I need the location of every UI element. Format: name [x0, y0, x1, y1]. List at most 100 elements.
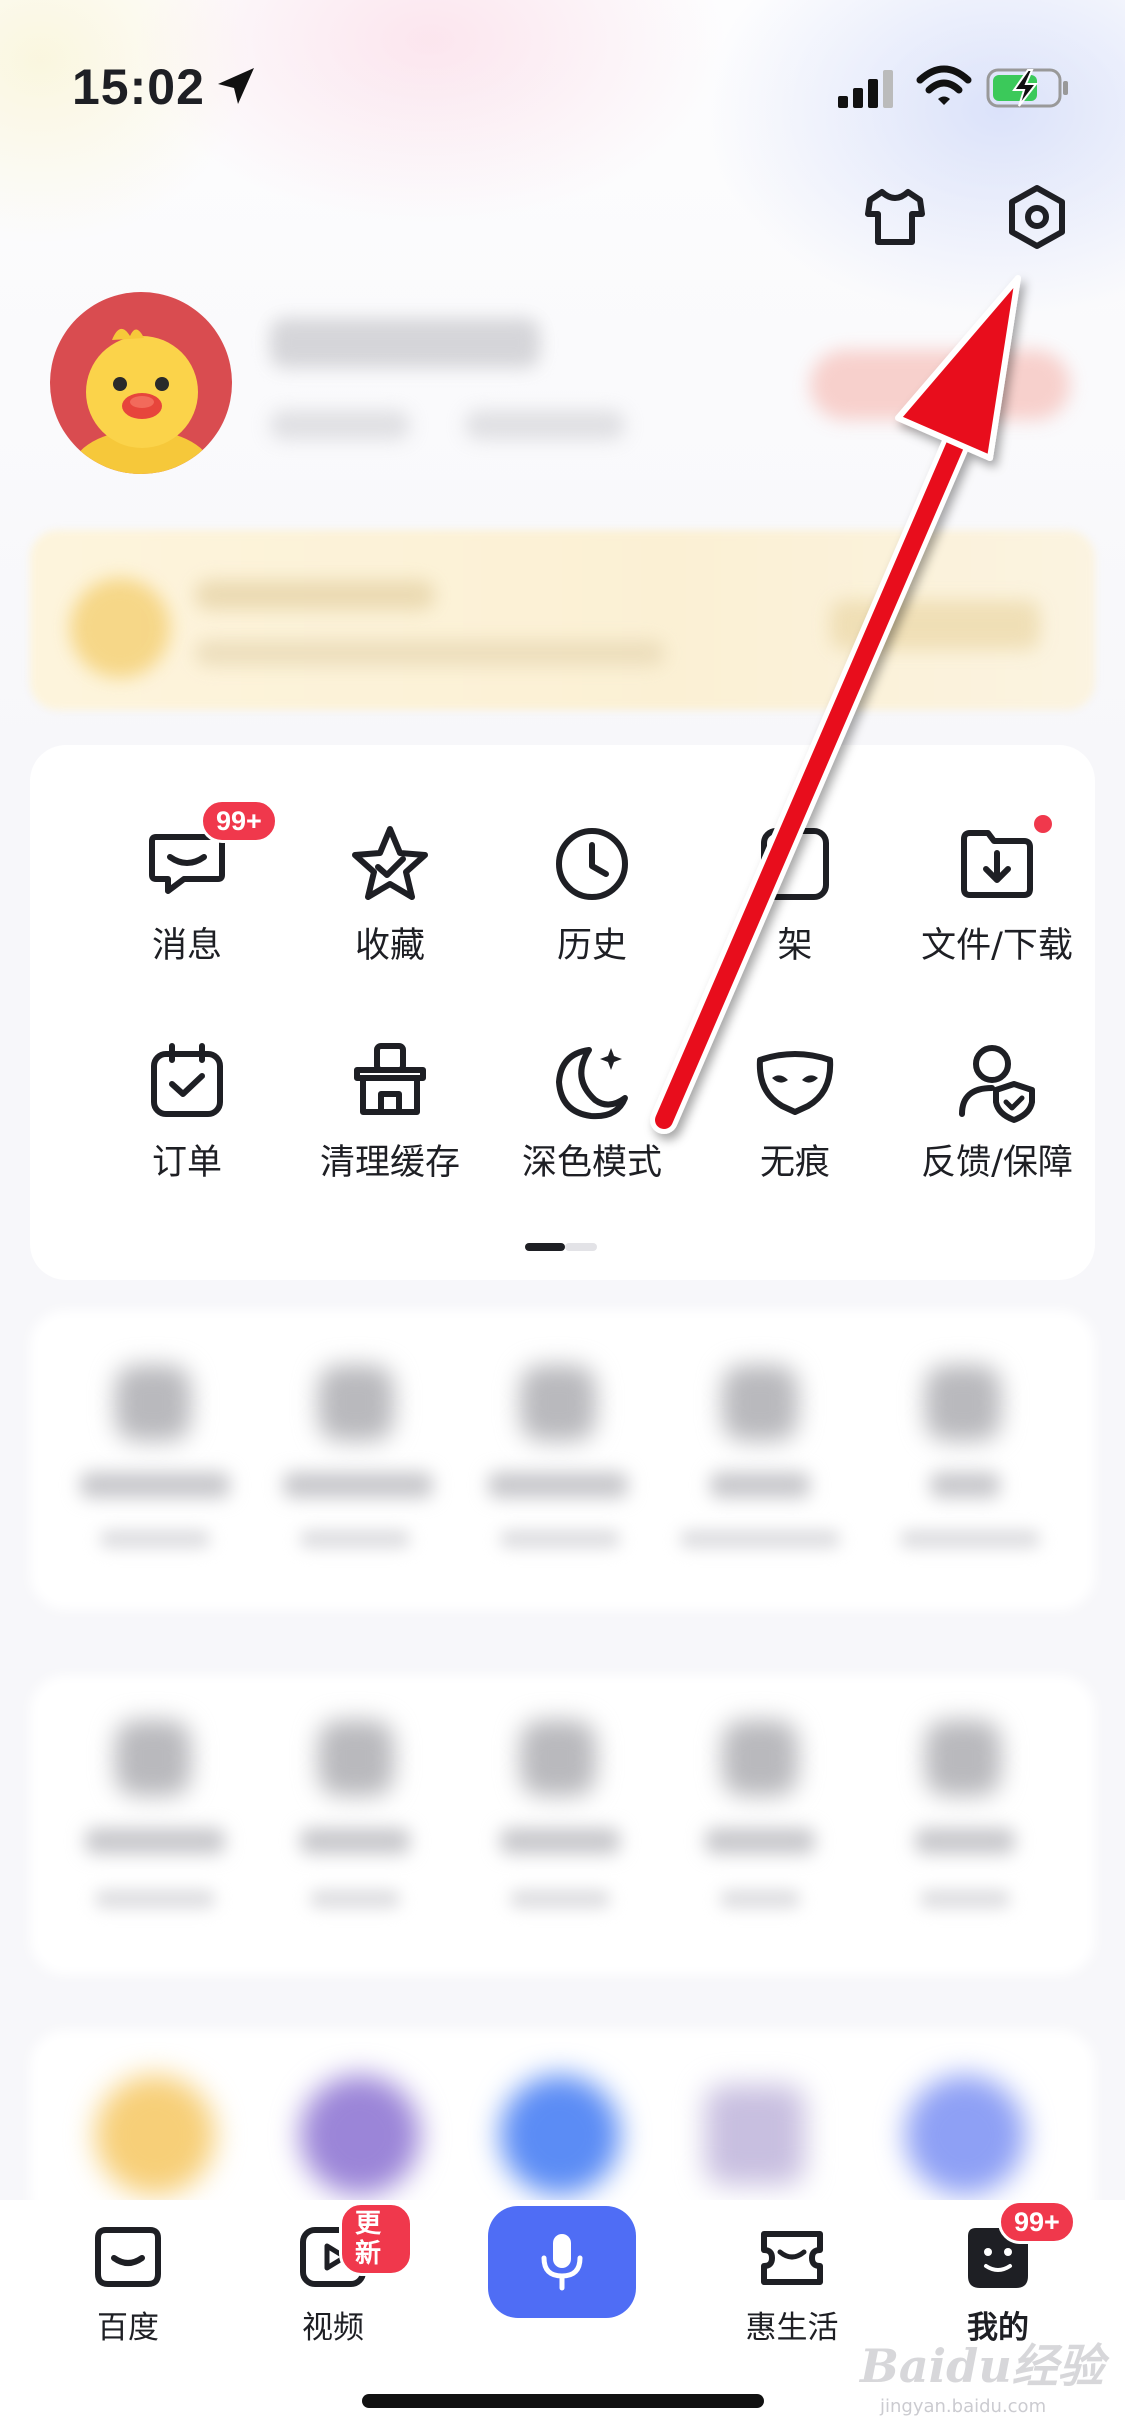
- service-label-blurred: [500, 1828, 620, 1854]
- page-dot-active: [525, 1243, 565, 1251]
- tool-bookshelf[interactable]: 架: [700, 821, 890, 981]
- tool-label: 历史: [556, 926, 627, 966]
- baidu-home-icon: [95, 2227, 161, 2287]
- tool-feedback[interactable]: 反馈/保障: [902, 1038, 1092, 1198]
- tool-label: 架: [777, 926, 813, 966]
- watermark-url: jingyan.baidu.com: [880, 2396, 1047, 2417]
- tool-label: 消息: [151, 926, 222, 966]
- tool-files-download[interactable]: 文件/下载: [902, 815, 1092, 981]
- microphone-icon: [541, 2234, 583, 2291]
- tool-dark-mode[interactable]: 深色模式: [497, 1038, 687, 1198]
- tool-label: 反馈/保障: [921, 1143, 1073, 1183]
- update-badge: 更新: [339, 2202, 413, 2276]
- service-icon-blurred[interactable]: [520, 1720, 596, 1796]
- service-label-blurred: [80, 1472, 230, 1498]
- profile-action-blurred[interactable]: [810, 350, 1070, 420]
- tool-clear-cache[interactable]: 清理缓存: [295, 1038, 485, 1198]
- status-bar: 15:02: [0, 0, 1125, 150]
- tool-history[interactable]: 历史: [497, 821, 687, 981]
- tab-label: 视频: [302, 2310, 364, 2346]
- bookshelf-icon: [761, 828, 829, 900]
- service-sub-blurred: [920, 1890, 1010, 1908]
- tab-label: 惠生活: [745, 2310, 839, 2346]
- promo-sub-blurred: [195, 640, 665, 666]
- home-indicator: [362, 2394, 764, 2408]
- app-icon-blurred[interactable]: [905, 2075, 1025, 2195]
- settings-icon[interactable]: [1002, 182, 1072, 252]
- tool-label: 收藏: [354, 926, 425, 966]
- services-card-blurred: [30, 1310, 1095, 1610]
- tool-messages[interactable]: 消息 99+: [92, 799, 282, 981]
- tab-video[interactable]: 视频 更新: [253, 2202, 413, 2350]
- promo-title-blurred: [195, 580, 435, 610]
- service-label-blurred: [705, 1828, 815, 1854]
- app-icon-blurred[interactable]: [500, 2075, 620, 2195]
- service-label-blurred: [710, 1472, 810, 1498]
- service-sub-blurred: [310, 1890, 400, 1908]
- tab-life[interactable]: 惠生活: [712, 2210, 872, 2350]
- service-label-blurred: [488, 1472, 628, 1498]
- voice-search-button[interactable]: [488, 2206, 636, 2318]
- service-label-blurred: [300, 1828, 410, 1854]
- tab-mine[interactable]: 我的 99+: [918, 2200, 1078, 2350]
- promo-icon-blurred: [70, 578, 170, 678]
- app-icon-blurred[interactable]: [705, 2085, 805, 2185]
- service-sub-blurred: [300, 1530, 410, 1548]
- tool-label: 文件/下载: [921, 926, 1073, 966]
- tool-label: 无痕: [759, 1143, 830, 1183]
- service-icon-blurred[interactable]: [115, 1720, 191, 1796]
- tool-favorites[interactable]: 收藏: [295, 821, 485, 981]
- service-label-blurred: [283, 1472, 433, 1498]
- promo-button-blurred[interactable]: [830, 600, 1040, 650]
- calendar-check-icon: [151, 1043, 223, 1117]
- service-icon-blurred[interactable]: [318, 1720, 394, 1796]
- star-icon: [352, 826, 428, 900]
- watermark-brand: Baidu经验: [860, 2339, 1104, 2393]
- service-icon-blurred[interactable]: [115, 1365, 191, 1441]
- download-folder-icon: [961, 830, 1033, 898]
- service-label-blurred: [85, 1828, 225, 1854]
- avatar[interactable]: [50, 292, 232, 474]
- tool-label: 深色模式: [521, 1143, 662, 1183]
- service-icon-blurred[interactable]: [318, 1365, 394, 1441]
- service-sub-blurred: [100, 1530, 210, 1548]
- clock-icon: [556, 828, 628, 900]
- service-sub-blurred: [510, 1890, 610, 1908]
- service-sub-blurred: [900, 1530, 1040, 1548]
- profile-stat-blurred: [270, 410, 410, 440]
- tool-label: 订单: [151, 1143, 222, 1183]
- wifi-icon: [916, 65, 972, 105]
- service-sub-blurred: [500, 1530, 620, 1548]
- service-label-blurred: [915, 1828, 1015, 1854]
- service-icon-blurred[interactable]: [722, 1365, 798, 1441]
- service-icon-blurred[interactable]: [925, 1720, 1001, 1796]
- moon-icon: [556, 1047, 628, 1120]
- tools-card: 消息 99+ 收藏 历史 架 文件/下载 订单 清理缓存 深色模式 无痕 反馈/…: [30, 745, 1095, 1280]
- new-dot: [1034, 815, 1052, 833]
- service-icon-blurred[interactable]: [520, 1365, 596, 1441]
- tshirt-icon[interactable]: [860, 182, 930, 252]
- tab-label: 百度: [97, 2310, 159, 2346]
- clean-cache-icon: [354, 1043, 426, 1115]
- app-icon-blurred[interactable]: [300, 2075, 420, 2195]
- notification-badge: 99+: [998, 2200, 1076, 2244]
- tool-incognito[interactable]: 无痕: [700, 1038, 890, 1198]
- duck-avatar-icon: [72, 328, 212, 474]
- mask-icon: [756, 1051, 834, 1115]
- app-icon-blurred[interactable]: [95, 2075, 215, 2195]
- service-sub-blurred: [720, 1890, 800, 1908]
- service-icon-blurred[interactable]: [722, 1720, 798, 1796]
- tab-baidu[interactable]: 百度: [48, 2210, 208, 2350]
- service-icon-blurred[interactable]: [925, 1365, 1001, 1441]
- battery-charging-icon: [986, 68, 1068, 108]
- page-indicator: [525, 1243, 605, 1251]
- profile-stat-blurred: [465, 410, 625, 440]
- tool-label: 清理缓存: [319, 1143, 460, 1183]
- service-sub-blurred: [680, 1530, 840, 1548]
- username-blurred: [270, 318, 540, 368]
- notification-badge: 99+: [200, 799, 278, 843]
- user-shield-icon: [959, 1045, 1035, 1123]
- tool-orders[interactable]: 订单: [92, 1038, 282, 1198]
- page-dot: [565, 1243, 597, 1251]
- location-arrow-icon: [218, 68, 254, 104]
